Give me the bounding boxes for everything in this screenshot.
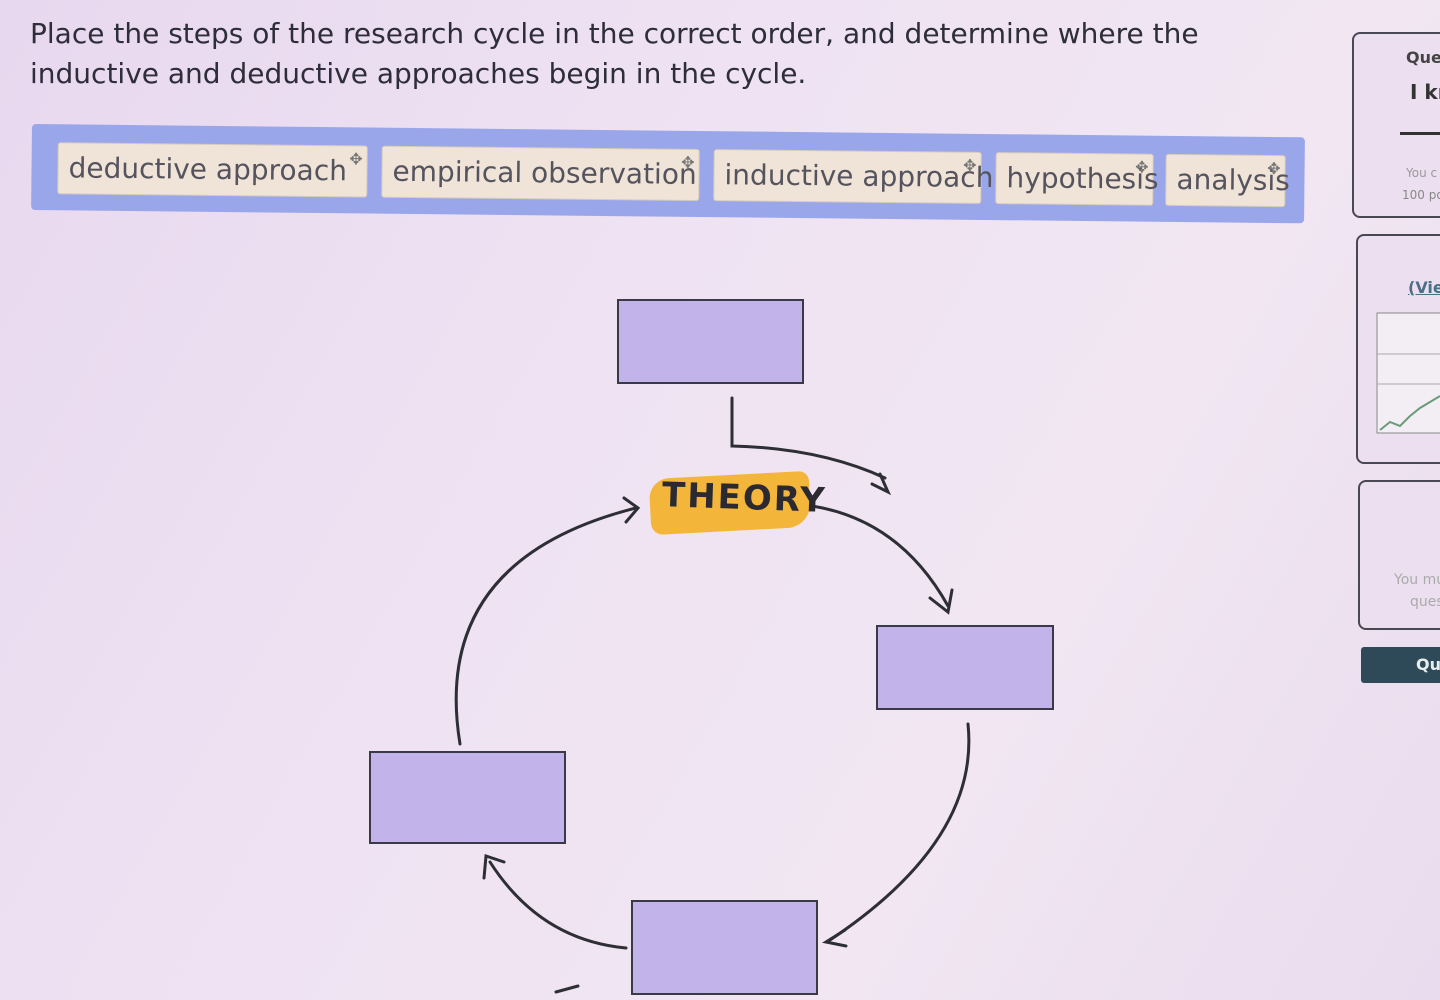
divider [1400, 132, 1440, 135]
arrow-theory-right [810, 504, 950, 608]
locked-card-text: You mu [1394, 572, 1440, 588]
drop-zone-bottom[interactable] [631, 900, 818, 995]
question-card-title: Ques [1406, 48, 1440, 67]
question-card-subtitle: I kn [1410, 80, 1440, 104]
arrow-bottom-left [488, 860, 628, 950]
questions-button[interactable]: Que [1361, 647, 1440, 683]
arrow-top-right [730, 396, 887, 480]
theory-label: THEORY [661, 475, 828, 521]
question-card: Ques I kn You c 100 po [1352, 32, 1440, 218]
arrow-bottom-tail [554, 984, 580, 994]
arrow-left-theory [454, 506, 638, 746]
question-card-text: You c [1406, 166, 1438, 180]
progress-card: (View [1356, 234, 1440, 464]
locked-card: You mu ques [1358, 480, 1440, 630]
arrow-right-bottom [828, 722, 971, 942]
drop-zone-left[interactable] [369, 751, 566, 844]
drop-zone-top[interactable] [617, 299, 804, 384]
question-card-points: 100 po [1402, 188, 1440, 202]
progress-chart [1376, 312, 1440, 434]
arrowhead [822, 928, 848, 948]
locked-card-text-2: ques [1410, 594, 1440, 610]
drop-zone-right[interactable] [876, 625, 1054, 710]
view-progress-link[interactable]: (View [1408, 278, 1440, 297]
